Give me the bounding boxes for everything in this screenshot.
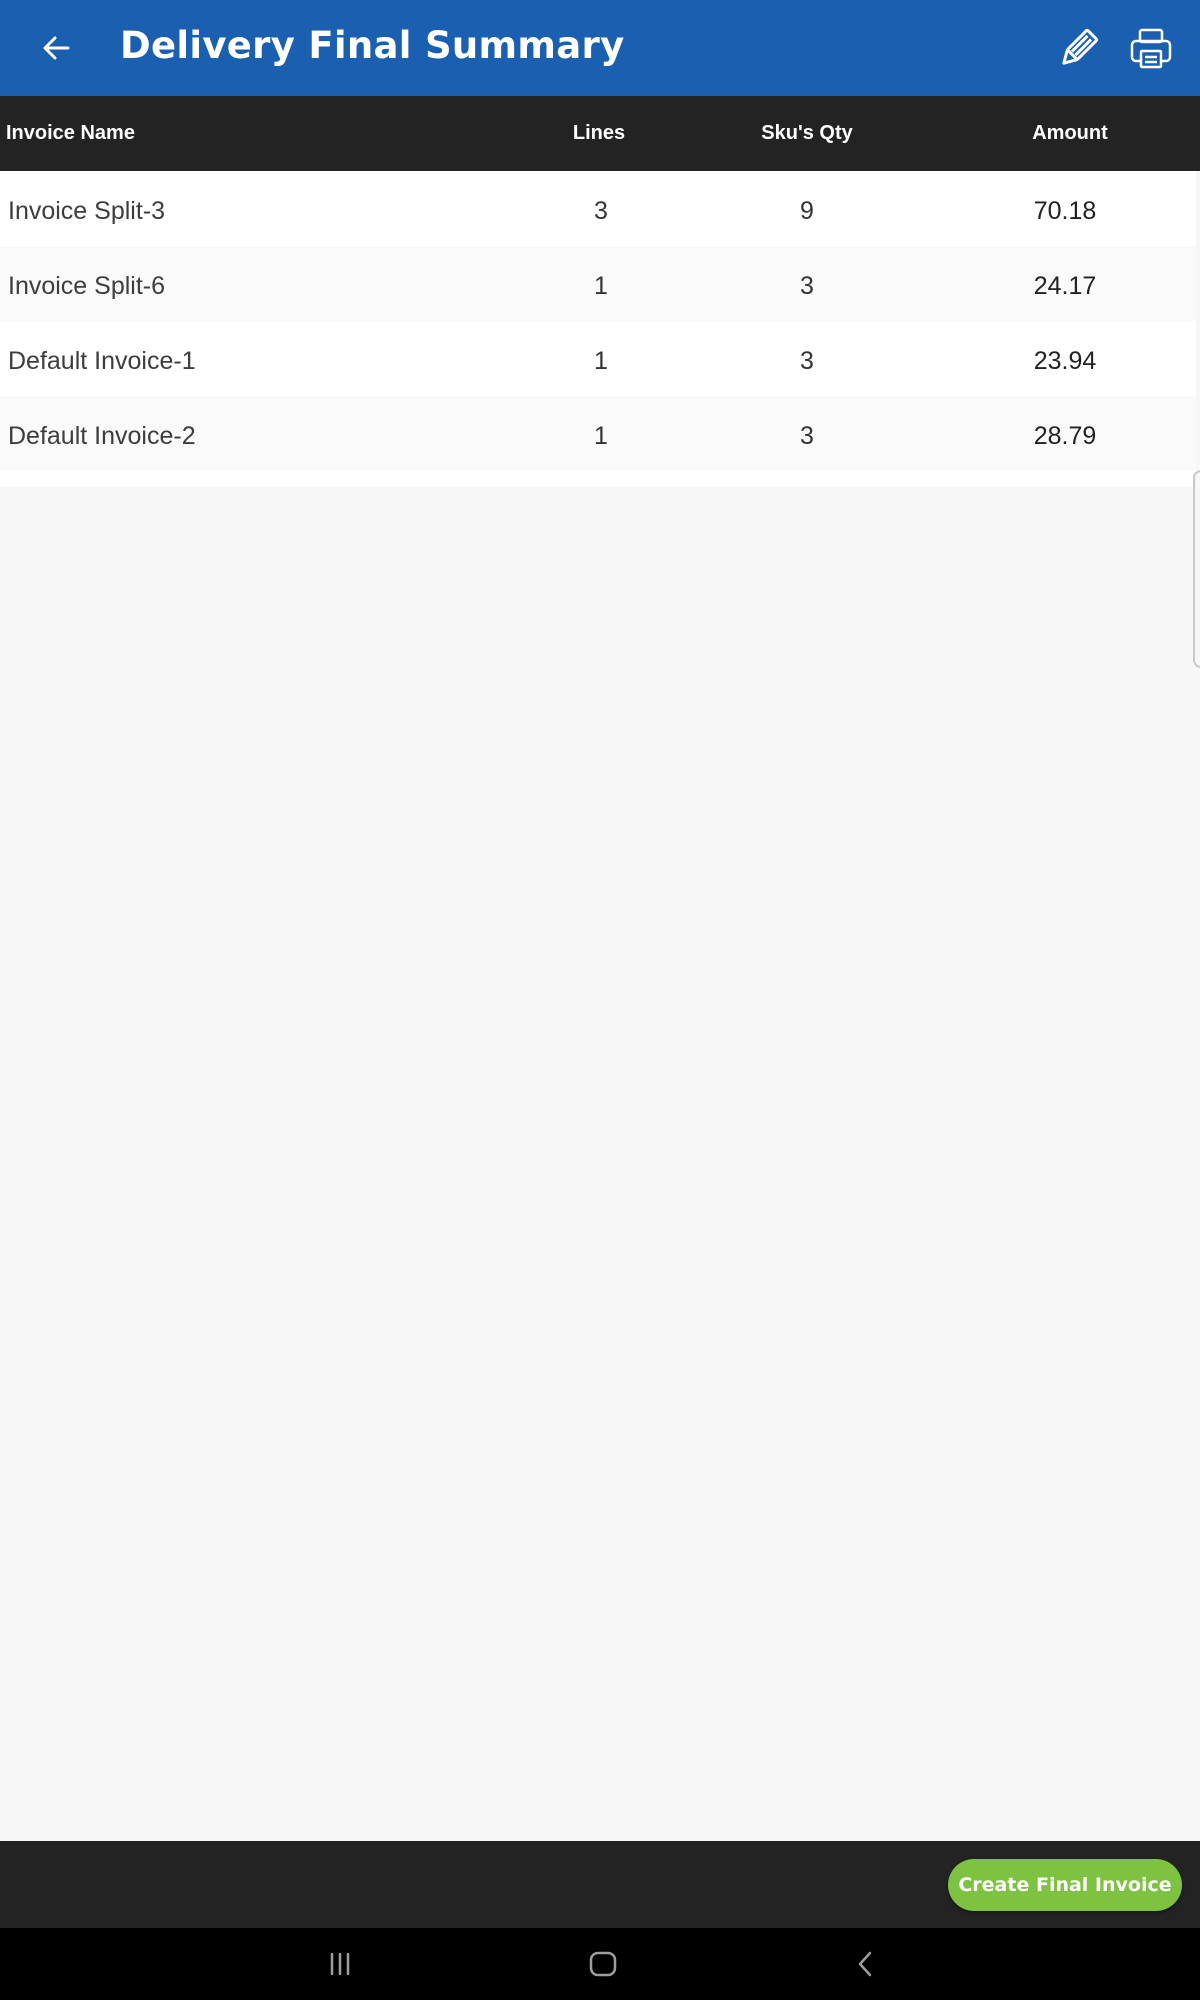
invoice-amount: 24.17 bbox=[1033, 272, 1097, 300]
header-amount: Amount bbox=[1032, 122, 1108, 144]
invoice-amount: 70.18 bbox=[1033, 197, 1097, 225]
edit-button[interactable] bbox=[1054, 25, 1102, 73]
invoice-amount: 23.94 bbox=[1033, 347, 1097, 375]
print-button[interactable] bbox=[1126, 24, 1176, 74]
header-sku-qty: Sku's Qty bbox=[761, 122, 853, 144]
invoice-sku-qty: 3 bbox=[800, 347, 814, 375]
invoice-name: Default Invoice-2 bbox=[8, 422, 196, 450]
recent-apps-button[interactable] bbox=[315, 1944, 365, 1984]
invoice-table: Invoice Split-3 3 9 70.18 Invoice Split-… bbox=[0, 171, 1196, 487]
home-icon bbox=[589, 1951, 617, 1977]
back-arrow-icon bbox=[43, 36, 70, 60]
header-lines: Lines bbox=[572, 122, 626, 144]
bottom-action-bar: Create Final Invoice bbox=[0, 1841, 1200, 1928]
side-drawer-handle[interactable] bbox=[1193, 470, 1200, 668]
system-back-button[interactable] bbox=[841, 1944, 891, 1984]
invoice-sku-qty: 3 bbox=[800, 422, 814, 450]
table-row[interactable]: Invoice Split-3 3 9 70.18 bbox=[0, 171, 1196, 246]
printer-icon bbox=[1130, 28, 1172, 69]
system-nav-bar bbox=[0, 1928, 1200, 2000]
back-icon bbox=[858, 1951, 872, 1977]
table-row[interactable]: Default Invoice-1 1 3 23.94 bbox=[0, 321, 1196, 396]
app-bar: Delivery Final Summary bbox=[0, 0, 1200, 96]
page-title: Delivery Final Summary bbox=[120, 24, 625, 67]
invoice-sku-qty: 9 bbox=[800, 197, 814, 225]
invoice-lines: 1 bbox=[594, 422, 608, 450]
invoice-name: Invoice Split-3 bbox=[8, 197, 166, 225]
invoice-name: Default Invoice-1 bbox=[8, 347, 196, 375]
invoice-sku-qty: 3 bbox=[800, 272, 814, 300]
table-row[interactable]: Invoice Split-6 1 3 24.17 bbox=[0, 246, 1196, 321]
pencil-icon bbox=[1062, 28, 1099, 65]
invoice-amount: 28.79 bbox=[1033, 422, 1097, 450]
table-header: Invoice Name Lines Sku's Qty Amount bbox=[0, 96, 1200, 171]
header-invoice-name: Invoice Name bbox=[6, 122, 135, 144]
back-button[interactable] bbox=[34, 26, 78, 70]
home-button[interactable] bbox=[578, 1944, 628, 1984]
invoice-lines: 1 bbox=[594, 347, 608, 375]
recent-apps-icon bbox=[330, 1952, 350, 1976]
table-row[interactable]: Default Invoice-2 1 3 28.79 bbox=[0, 396, 1196, 471]
invoice-lines: 1 bbox=[594, 272, 608, 300]
invoice-lines: 3 bbox=[594, 197, 608, 225]
invoice-name: Invoice Split-6 bbox=[8, 272, 166, 300]
create-final-invoice-button[interactable]: Create Final Invoice bbox=[948, 1859, 1182, 1911]
